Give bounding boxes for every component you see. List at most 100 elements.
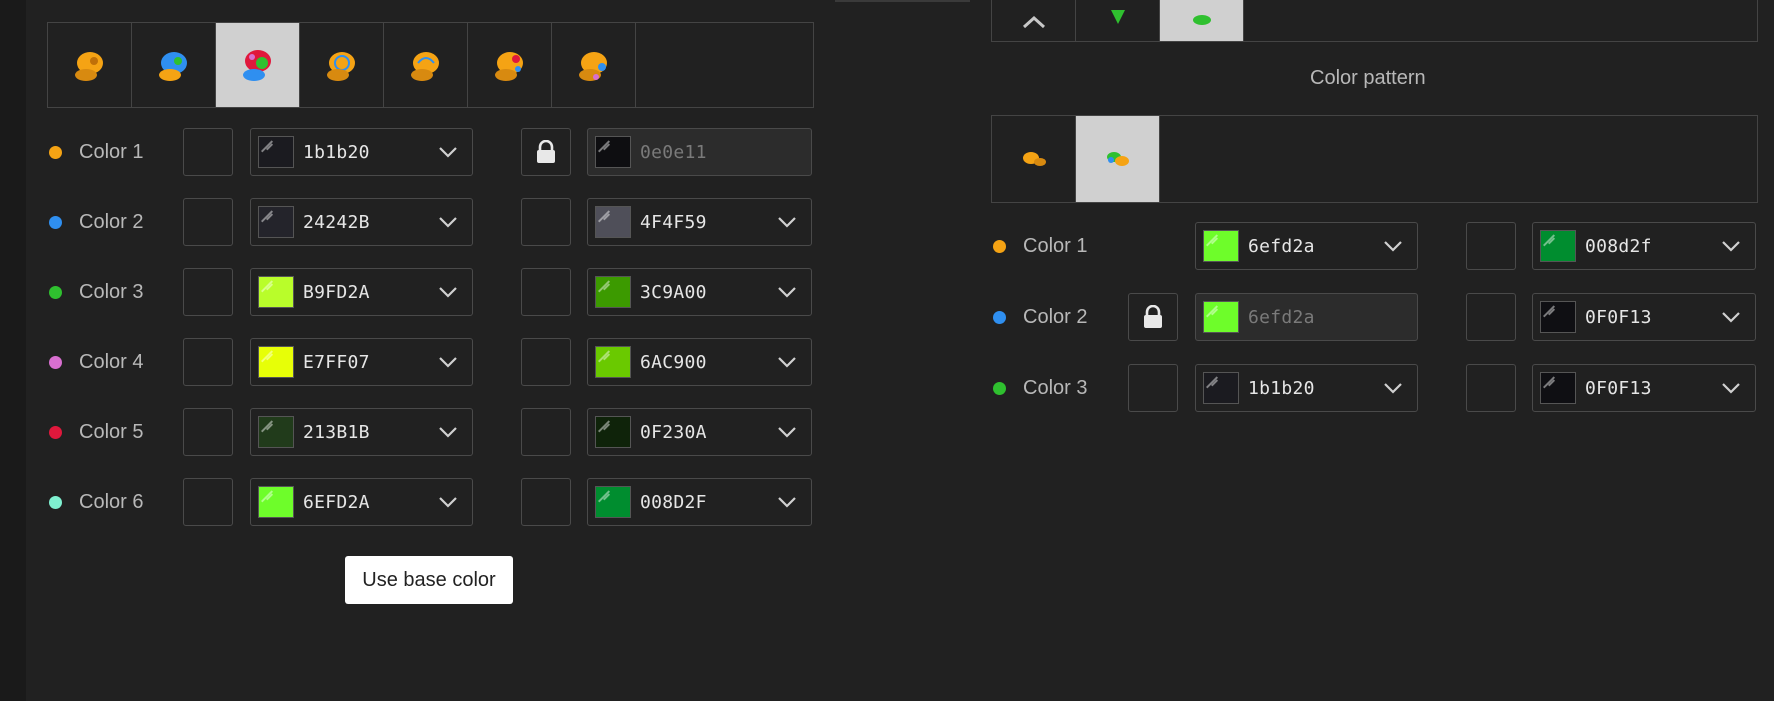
pattern-color-row: Color 3 1b1b20 0F0F13: [0, 364, 1774, 414]
variant-tab-1[interactable]: [48, 23, 132, 107]
color-hex-value: 6efd2a: [1248, 236, 1315, 257]
color-hex-value: 6efd2a: [1248, 307, 1315, 328]
base-color-select[interactable]: 6efd2a: [1195, 222, 1418, 270]
color-hex-value: 0F0F13: [1585, 378, 1652, 399]
color-swatch: [1203, 301, 1239, 333]
base-lock-toggle[interactable]: [1128, 364, 1178, 412]
color-dot: [993, 382, 1006, 395]
pokemon-sprite-icon: [74, 52, 103, 81]
base-color-select[interactable]: 213B1B: [250, 408, 473, 456]
dropdown-chevron: [777, 425, 797, 443]
pokemon-sprite-icon: [242, 50, 271, 81]
color-dot: [993, 240, 1006, 253]
color-row: Color 5 213B1B 0F230A: [0, 408, 830, 458]
color-swatch: [258, 136, 294, 168]
shiny-lock-toggle[interactable]: [521, 128, 571, 176]
variant-tab-6[interactable]: [468, 23, 552, 107]
chevron-down-icon: [1384, 383, 1402, 394]
variant-tab-2[interactable]: [132, 23, 216, 107]
color-hex-value: 0F230A: [640, 422, 707, 443]
color-dot: [49, 496, 62, 509]
color-swatch: [1540, 372, 1576, 404]
shiny-color-select[interactable]: 0F0F13: [1532, 364, 1756, 412]
color-dot: [49, 426, 62, 439]
color-label: Color 3: [1023, 377, 1088, 399]
color-label: Color 2: [1023, 306, 1088, 328]
color-hex-value: 6EFD2A: [303, 492, 370, 513]
pattern-tab-1[interactable]: [992, 116, 1076, 202]
color-swatch: [1540, 230, 1576, 262]
shiny-color-select[interactable]: 0F0F13: [1532, 293, 1756, 341]
color-swatch: [258, 486, 294, 518]
chevron-down-icon: [439, 497, 457, 508]
variant-tab-4[interactable]: [300, 23, 384, 107]
color-pattern-title: Color pattern: [1310, 67, 1426, 89]
shiny-lock-toggle[interactable]: [1466, 222, 1516, 270]
chevron-down-icon: [439, 147, 457, 158]
chevron-down-icon: [1384, 241, 1402, 252]
dropdown-chevron: [1383, 381, 1403, 399]
form-tab-1[interactable]: [1076, 0, 1160, 41]
base-color-select[interactable]: 1b1b20: [250, 128, 473, 176]
color-dot: [993, 311, 1006, 324]
shiny-lock-toggle[interactable]: [521, 478, 571, 526]
base-color-select: 6efd2a: [1195, 293, 1418, 341]
dropdown-chevron: [1721, 310, 1741, 328]
color-label: Color 1: [79, 141, 144, 163]
shiny-color-select[interactable]: 008d2f: [1532, 222, 1756, 270]
color-hex-value: 1b1b20: [1248, 378, 1315, 399]
pattern-color-row: Color 1 6efd2a 008d2f: [0, 222, 1774, 272]
base-color-select[interactable]: 1b1b20: [1195, 364, 1418, 412]
variant-tab-3[interactable]: [216, 23, 300, 107]
dropdown-chevron: [1721, 381, 1741, 399]
pokemon-sprite-icon: [326, 52, 355, 81]
dropdown-chevron: [438, 145, 458, 163]
dropdown-chevron: [1721, 239, 1741, 257]
pattern-tabs: [991, 115, 1758, 203]
shiny-color-select[interactable]: 008D2F: [587, 478, 812, 526]
chevron-down-icon: [1722, 241, 1740, 252]
color-hex-value: 008D2F: [640, 492, 707, 513]
chevron-down-icon: [1722, 312, 1740, 323]
chevron-down-icon: [778, 497, 796, 508]
color-swatch: [1540, 301, 1576, 333]
color-swatch: [595, 416, 631, 448]
shiny-color-select: 0e0e11: [587, 128, 812, 176]
pattern-tab-2[interactable]: [1076, 116, 1160, 202]
right-top-tabs: [991, 0, 1758, 42]
collapse-tab[interactable]: [992, 0, 1076, 41]
base-color-select[interactable]: 6EFD2A: [250, 478, 473, 526]
color-swatch: [595, 486, 631, 518]
pokemon-sprite-icon: [578, 52, 607, 81]
pokemon-sprite-icon: [494, 52, 523, 81]
base-lock-toggle[interactable]: [183, 478, 233, 526]
chevron-down-icon: [778, 427, 796, 438]
color-swatch: [595, 136, 631, 168]
pokemon-sprite-icon: [1110, 10, 1125, 24]
color-swatch: [1203, 230, 1239, 262]
pattern-sprite-icon: [1022, 152, 1046, 166]
pokemon-sprite-icon: [158, 52, 187, 81]
lock-icon: [1144, 305, 1162, 328]
chevron-up-icon: [1022, 15, 1045, 29]
pokemon-sprite-icon: [410, 52, 439, 81]
base-lock-toggle[interactable]: [183, 408, 233, 456]
color-label: Color 5: [79, 421, 144, 443]
shiny-lock-toggle[interactable]: [1466, 364, 1516, 412]
variant-tab-5[interactable]: [384, 23, 468, 107]
color-hex-value: 0F0F13: [1585, 307, 1652, 328]
shiny-color-select[interactable]: 0F230A: [587, 408, 812, 456]
dropdown-chevron: [438, 495, 458, 513]
shiny-lock-toggle[interactable]: [521, 408, 571, 456]
base-lock-toggle[interactable]: [183, 128, 233, 176]
dropdown-chevron: [1383, 239, 1403, 257]
color-dot: [49, 146, 62, 159]
shiny-lock-toggle[interactable]: [1466, 293, 1516, 341]
form-tab-2[interactable]: [1160, 0, 1244, 41]
variant-tab-7[interactable]: [552, 23, 636, 107]
base-lock-toggle[interactable]: [1128, 293, 1178, 341]
color-hex-value: 008d2f: [1585, 236, 1652, 257]
color-hex-value: 213B1B: [303, 422, 370, 443]
color-hex-value: 1b1b20: [303, 142, 370, 163]
dropdown-chevron: [438, 425, 458, 443]
